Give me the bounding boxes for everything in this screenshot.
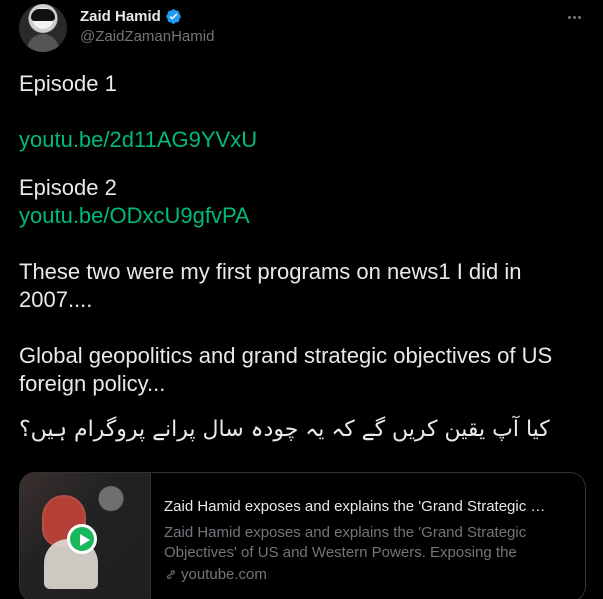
- card-domain-row[interactable]: youtube.com: [164, 565, 557, 585]
- tweet-header: Zaid Hamid @ZaidZamanHamid: [19, 4, 589, 52]
- author-display-name[interactable]: Zaid Hamid: [80, 8, 161, 25]
- more-options-button[interactable]: [563, 8, 585, 26]
- episode2-link[interactable]: youtu.be/ODxcU9gfvPA: [19, 202, 585, 230]
- tweet: Zaid Hamid @ZaidZamanHamid Episode 1 you…: [0, 0, 603, 599]
- tweet-text-line: Global geopolitics and grand strategic o…: [19, 343, 553, 368]
- card-description: Zaid Hamid exposes and explains the 'Gra…: [164, 524, 527, 561]
- avatar[interactable]: [19, 4, 67, 52]
- episode1-label: Episode 1: [19, 71, 117, 96]
- tweet-body: Episode 1 youtu.be/2d11AG9YVxU Episode 2…: [19, 70, 585, 444]
- more-dot-icon: [572, 15, 576, 19]
- more-dot-icon: [577, 15, 581, 19]
- author-info: Zaid Hamid @ZaidZamanHamid: [80, 5, 214, 46]
- link-icon: [164, 568, 178, 582]
- card-domain: youtube.com: [181, 566, 267, 583]
- urdu-text: کیا آپ یقین کریں گے کہ یہ چودہ سال پرانے…: [19, 417, 550, 442]
- verified-badge-icon: [165, 8, 182, 25]
- display-name-row: Zaid Hamid: [80, 5, 214, 27]
- card-title[interactable]: Zaid Hamid exposes and explains the 'Gra…: [164, 497, 557, 517]
- link-preview-card[interactable]: Zaid Hamid exposes and explains the 'Gra…: [19, 472, 586, 599]
- episode2-label: Episode 2: [19, 175, 117, 200]
- tweet-text-line: These two were my first programs on news…: [19, 259, 522, 284]
- play-icon[interactable]: [67, 524, 97, 554]
- author-handle[interactable]: @ZaidZamanHamid: [80, 28, 214, 45]
- video-thumbnail[interactable]: [20, 473, 151, 599]
- tweet-text-line: foreign policy...: [19, 371, 166, 396]
- episode1-link[interactable]: youtu.be/2d11AG9YVxU: [19, 126, 585, 154]
- card-text: Zaid Hamid exposes and explains the 'Gra…: [151, 473, 571, 599]
- more-dot-icon: [567, 15, 571, 19]
- tweet-text-line: 2007....: [19, 287, 93, 312]
